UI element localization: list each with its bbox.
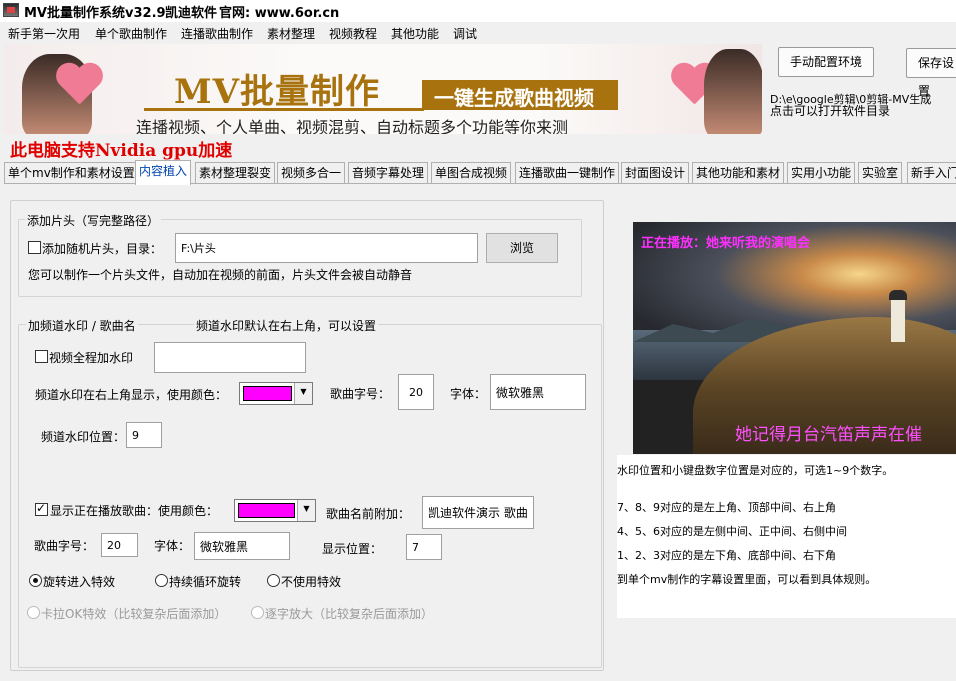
info-line: 1、2、3对应的是左下角、底部中间、右下角	[617, 549, 836, 562]
chevron-down-icon[interactable]: ▼	[294, 383, 312, 404]
now-playing-color-select[interactable]: ▼	[234, 499, 316, 522]
banner[interactable]: MV批量制作 一键生成歌曲视频 连播视频、个人单曲、视频混剪、自动标题多个功能等…	[4, 44, 762, 134]
gpu-notice: 此电脑支持Nvidia gpu加速	[10, 141, 233, 161]
full-watermark-label: 视频全程加水印	[49, 351, 134, 365]
banner-title: MV批量制作	[174, 72, 381, 112]
effect-label-rotate-loop: 持续循环旋转	[169, 575, 242, 589]
banner-person-right	[704, 49, 762, 134]
menu-newbie[interactable]: 新手第一次用	[8, 25, 80, 42]
now-playing-label: 显示正在播放歌曲：使用颜色：	[50, 504, 219, 518]
browse-button[interactable]: 浏览	[486, 233, 558, 263]
now-playing-size-label: 歌曲字号：	[34, 539, 95, 553]
lighthouse-image	[889, 290, 907, 342]
menu-tutorial[interactable]: 视频教程	[329, 25, 377, 42]
info-line: 到单个mv制作的字幕设置里面，可以看到具体规则。	[617, 573, 877, 586]
menu-debug[interactable]: 调试	[453, 25, 477, 42]
watermark-group-note: 频道水印默认在右上角，可以设置	[194, 317, 379, 334]
watermark-group-title: 加频道水印 / 歌曲名	[26, 317, 138, 334]
tab-other-functions[interactable]: 其他功能和素材	[692, 162, 785, 184]
tab-audio-subtitle[interactable]: 音频字幕处理	[348, 162, 429, 184]
effect-radio-karaoke[interactable]	[27, 606, 40, 619]
effect-radio-zoom[interactable]	[251, 606, 264, 619]
tab-single-image[interactable]: 单图合成视频	[431, 162, 512, 184]
random-intro-label: 添加随机片头，目录：	[42, 242, 163, 256]
song-size-input[interactable]: 20	[398, 374, 434, 410]
watermark-color-swatch	[243, 386, 292, 401]
now-playing-size-input[interactable]: 20	[101, 533, 138, 557]
now-playing-pos-input[interactable]: 7	[406, 534, 442, 560]
chevron-down-icon[interactable]: ▼	[297, 500, 315, 521]
font-label: 字体：	[450, 387, 487, 401]
effect-radio-none[interactable]	[267, 574, 280, 587]
effect-radio-rotate-loop[interactable]	[155, 574, 168, 587]
effect-label-karaoke: 卡拉OK特效（比较复杂后面添加）	[41, 607, 227, 621]
font-input[interactable]: 微软雅黑	[490, 374, 586, 410]
now-playing-font-label: 字体：	[154, 539, 191, 553]
banner-underline	[144, 108, 424, 111]
preview-now-playing-text: 正在播放：她来听我的演唱会	[641, 236, 811, 251]
preview-lyric-text: 她记得月台汽笛声声在催	[735, 425, 922, 445]
tab-cover-design[interactable]: 封面图设计	[621, 162, 690, 184]
full-watermark-checkbox[interactable]	[35, 350, 48, 363]
info-line: 7、8、9对应的是左上角、顶部中间、右上角	[617, 501, 836, 514]
info-line: 水印位置和小键盘数字位置是对应的，可选1~9个数字。	[617, 464, 894, 477]
banner-subtitle: 一键生成歌曲视频	[434, 86, 594, 110]
effect-label-rotate-in: 旋转进入特效	[43, 575, 116, 589]
watermark-pos-label: 频道水印位置：	[41, 430, 126, 444]
heart-icon	[54, 64, 104, 110]
now-playing-color-swatch	[238, 503, 295, 518]
banner-description: 连播视频、个人单曲、视频混剪、自动标题多个功能等你来测	[136, 118, 569, 134]
website-label: 官网: www.6or.cn	[219, 6, 340, 21]
effect-radio-rotate-in[interactable]	[29, 574, 42, 587]
tab-continuous-oneclick[interactable]: 连播歌曲一键制作	[515, 162, 620, 184]
now-playing-font-input[interactable]: 微软雅黑	[194, 532, 290, 560]
effect-label-zoom: 逐字放大（比较复杂后面添加）	[265, 607, 434, 621]
now-playing-checkbox[interactable]	[35, 501, 48, 516]
tab-bar: 单个mv制作和素材设置 内容植入 素材整理裂变 视频多合一 音频字幕处理 单图合…	[4, 160, 956, 185]
full-watermark-input[interactable]	[154, 342, 306, 373]
tab-video-merge[interactable]: 视频多合一	[277, 162, 346, 184]
effect-label-none: 不使用特效	[281, 575, 342, 589]
menu-other[interactable]: 其他功能	[391, 25, 439, 42]
menu-continuous-song[interactable]: 连播歌曲制作	[181, 25, 253, 42]
song-prefix-input[interactable]: 凯迪软件演示 歌曲	[422, 496, 534, 529]
intro-hint: 您可以制作一个片头文件，自动加在视频的前面，片头文件会被自动静音	[28, 268, 413, 282]
video-preview: 正在播放：她来听我的演唱会 她记得月台汽笛声声在催	[633, 222, 956, 454]
title-bar: MV批量制作系统v32.9 凯迪软件 官网: www.6or.cn	[0, 0, 956, 22]
song-size-label: 歌曲字号：	[330, 387, 391, 401]
window-title: MV批量制作系统v32.9	[24, 6, 166, 21]
song-prefix-label: 歌曲名前附加：	[326, 507, 411, 521]
tab-utilities[interactable]: 实用小功能	[787, 162, 856, 184]
manual-env-button[interactable]: 手动配置环境	[778, 47, 874, 77]
tab-beginner[interactable]: 新手入门	[907, 162, 956, 184]
open-dir-hint[interactable]: 点击可以打开软件目录	[770, 102, 890, 119]
tab-material-split[interactable]: 素材整理裂变	[195, 162, 276, 184]
tab-content-insert[interactable]: 内容植入	[135, 160, 192, 185]
tab-single-mv[interactable]: 单个mv制作和素材设置	[4, 162, 139, 184]
app-icon	[3, 3, 19, 17]
menu-single-song[interactable]: 单个歌曲制作	[95, 25, 167, 42]
info-line: 4、5、6对应的是左侧中间、正中间、右侧中间	[617, 525, 847, 538]
intro-group-title: 添加片头（写完整路径）	[25, 212, 162, 229]
menu-bar: 新手第一次用 单个歌曲制作 连播歌曲制作 素材整理 视频教程 其他功能 调试	[0, 22, 956, 44]
watermark-color-select[interactable]: ▼	[239, 382, 313, 405]
menu-material[interactable]: 素材整理	[267, 25, 315, 42]
now-playing-pos-label: 显示位置：	[322, 542, 383, 556]
watermark-pos-input[interactable]: 9	[126, 422, 162, 448]
intro-dir-input[interactable]: F:\片头	[175, 233, 478, 263]
save-settings-button[interactable]: 保存设置	[906, 48, 956, 98]
tab-lab[interactable]: 实验室	[858, 162, 903, 184]
watermark-color-label: 频道水印在右上角显示，使用颜色：	[35, 388, 228, 402]
random-intro-checkbox[interactable]	[28, 241, 41, 254]
vendor-name: 凯迪软件	[165, 6, 218, 21]
